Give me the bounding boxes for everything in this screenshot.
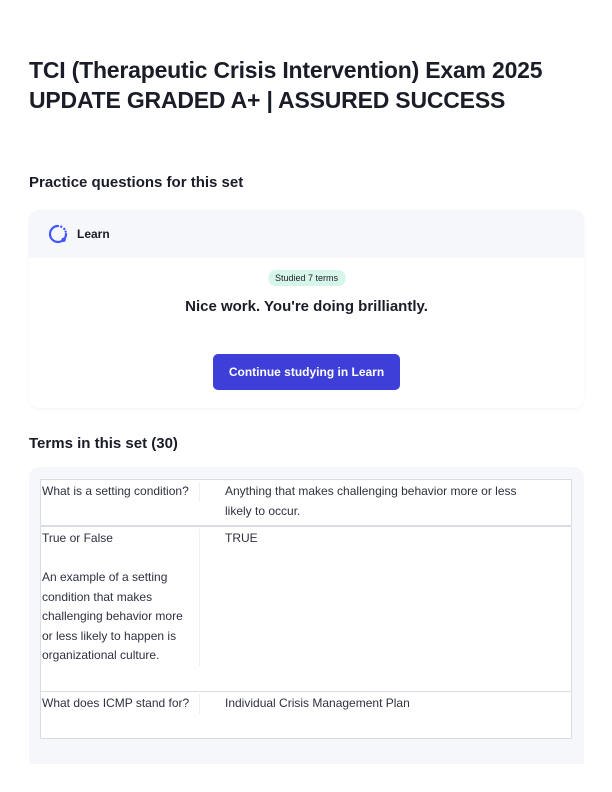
learn-mode-label: Learn (77, 227, 110, 241)
definition-text: Anything that makes challenging behavior… (225, 484, 517, 518)
terms-list: What is a setting condition? Anything th… (29, 467, 584, 764)
page-title: TCI (Therapeutic Crisis Intervention) Ex… (29, 55, 589, 115)
continue-learn-button[interactable]: Continue studying in Learn (213, 354, 400, 390)
definition-text: Individual Crisis Management Plan (225, 696, 410, 710)
term-text: What is a setting condition? (42, 482, 200, 502)
page-title-line-1: TCI (Therapeutic Crisis Intervention) Ex… (29, 57, 543, 83)
progress-message: Nice work. You're doing brilliantly. (185, 298, 428, 315)
term-row: What does ICMP stand for? Individual Cri… (40, 691, 572, 739)
practice-heading: Practice questions for this set (29, 174, 244, 191)
learn-card-body: Studied 7 terms Nice work. You're doing … (29, 258, 584, 408)
terms-heading: Terms in this set (30) (29, 435, 178, 452)
page-title-line-2: UPDATE GRADED A+ | ASSURED SUCCESS (29, 87, 506, 113)
term-text: What does ICMP stand for? (42, 694, 200, 714)
learn-progress-icon (47, 223, 69, 245)
term-row: What is a setting condition? Anything th… (40, 479, 572, 526)
term-text: True or False An example of a setting co… (42, 529, 200, 666)
studied-badge: Studied 7 terms (267, 270, 346, 286)
definition-text: TRUE (225, 531, 258, 545)
term-row: True or False An example of a setting co… (40, 526, 572, 692)
learn-card-header[interactable]: Learn (29, 210, 584, 258)
learn-card: Learn Studied 7 terms Nice work. You're … (29, 210, 584, 408)
